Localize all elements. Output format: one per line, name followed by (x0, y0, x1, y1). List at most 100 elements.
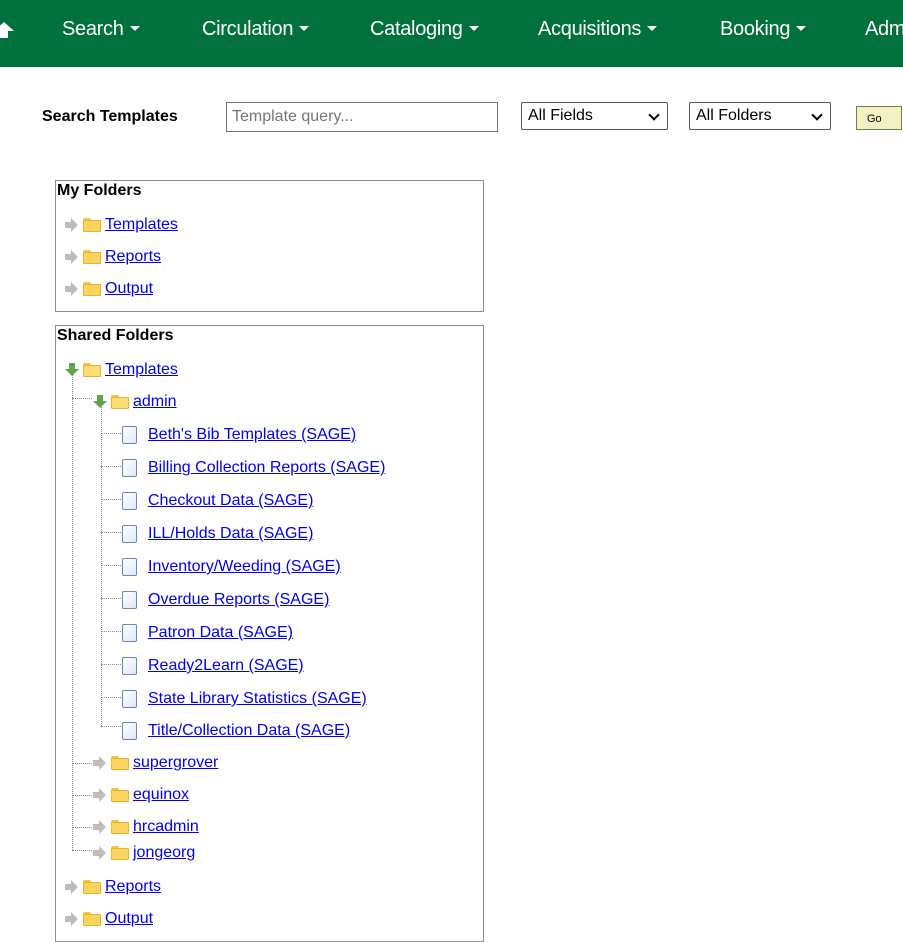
my-folder-templates[interactable]: Templates (65, 212, 178, 238)
expand-arrow-icon[interactable] (65, 282, 79, 296)
folder-select[interactable]: All Folders (689, 102, 831, 130)
template-folder-link[interactable]: Inventory/Weeding (SAGE) (148, 558, 341, 576)
open-folder-icon (83, 363, 101, 377)
expand-arrow-icon[interactable] (65, 250, 79, 264)
expand-arrow-icon[interactable] (93, 820, 107, 834)
expand-arrow-icon[interactable] (65, 880, 79, 894)
folder-link[interactable]: admin (133, 393, 177, 411)
nav-circulation-label: Circulation (202, 18, 294, 40)
folder-icon (83, 880, 101, 894)
template-folder-item[interactable]: Patron Data (SAGE) (122, 620, 293, 646)
go-button[interactable]: Go (856, 106, 902, 130)
template-folder-item[interactable]: State Library Statistics (SAGE) (122, 686, 367, 712)
document-icon (122, 558, 137, 576)
template-folder-link[interactable]: Ready2Learn (SAGE) (148, 657, 304, 675)
template-folder-link[interactable]: Title/Collection Data (SAGE) (148, 722, 350, 740)
template-folder-link[interactable]: Billing Collection Reports (SAGE) (148, 459, 385, 477)
caret-down-icon (796, 26, 807, 31)
home-icon[interactable] (0, 22, 14, 38)
template-folder-link[interactable]: Overdue Reports (SAGE) (148, 591, 329, 609)
my-folder-output[interactable]: Output (65, 276, 153, 302)
shared-folder-user[interactable]: hrcadmin (93, 814, 199, 840)
nav-search-label: Search (62, 18, 124, 40)
expand-arrow-icon[interactable] (93, 756, 107, 770)
tree-connector (101, 664, 121, 665)
chevron-down-icon (811, 109, 823, 121)
my-folders-panel: My Folders Templates Reports Output (55, 180, 484, 312)
folder-link[interactable]: Templates (105, 361, 178, 379)
template-folder-link[interactable]: Patron Data (SAGE) (148, 624, 293, 642)
nav-acquisitions-label: Acquisitions (538, 18, 642, 40)
top-navigation-bar: Search Circulation Cataloging Acquisitio… (0, 0, 903, 67)
folder-link[interactable]: Templates (105, 216, 178, 234)
my-folders-title: My Folders (57, 182, 142, 199)
document-icon (122, 459, 137, 477)
folder-icon (111, 788, 129, 802)
template-folder-item[interactable]: Beth's Bib Templates (SAGE) (122, 422, 356, 448)
folder-select-value: All Folders (696, 107, 772, 124)
nav-admin-label: Adm (865, 18, 903, 40)
folder-link[interactable]: equinox (133, 786, 189, 804)
nav-acquisitions-menu[interactable]: Acquisitions (538, 17, 658, 41)
nav-booking-menu[interactable]: Booking (720, 17, 807, 41)
caret-down-icon (129, 26, 140, 31)
expand-arrow-icon[interactable] (65, 912, 79, 926)
folder-icon (83, 912, 101, 926)
nav-circulation-menu[interactable]: Circulation (202, 17, 310, 41)
expand-arrow-icon[interactable] (93, 846, 107, 860)
template-folder-link[interactable]: Checkout Data (SAGE) (148, 492, 313, 510)
template-folder-item[interactable]: Title/Collection Data (SAGE) (122, 718, 350, 744)
folder-icon (83, 218, 101, 232)
caret-down-icon (299, 26, 310, 31)
tree-connector (72, 795, 92, 796)
document-icon (122, 525, 137, 543)
folder-link[interactable]: Output (105, 280, 153, 298)
template-query-input[interactable] (226, 102, 498, 132)
tree-connector (72, 371, 73, 850)
folder-icon (111, 846, 129, 860)
shared-folder-templates[interactable]: Templates (65, 357, 178, 383)
shared-folder-output[interactable]: Output (65, 906, 153, 932)
nav-admin-menu[interactable]: Adm (865, 17, 903, 41)
document-icon (122, 624, 137, 642)
template-folder-item[interactable]: ILL/Holds Data (SAGE) (122, 521, 313, 547)
folder-link[interactable]: Reports (105, 878, 161, 896)
template-folder-link[interactable]: Beth's Bib Templates (SAGE) (148, 426, 356, 444)
folder-icon (83, 282, 101, 296)
nav-search-menu[interactable]: Search (62, 17, 140, 41)
field-select[interactable]: All Fields (521, 102, 668, 130)
nav-cataloging-menu[interactable]: Cataloging (370, 17, 479, 41)
shared-folder-admin[interactable]: admin (93, 389, 177, 415)
template-folder-link[interactable]: State Library Statistics (SAGE) (148, 690, 367, 708)
folder-link[interactable]: jongeorg (133, 844, 195, 862)
folder-icon (111, 820, 129, 834)
open-folder-icon (111, 395, 129, 409)
template-folder-item[interactable]: Overdue Reports (SAGE) (122, 587, 329, 613)
folder-link[interactable]: Output (105, 910, 153, 928)
tree-connector (101, 532, 121, 533)
shared-folder-user[interactable]: supergrover (93, 750, 218, 776)
tree-connector (101, 697, 121, 698)
document-icon (122, 657, 137, 675)
shared-folder-user[interactable]: jongeorg (93, 840, 195, 866)
expand-arrow-icon[interactable] (93, 788, 107, 802)
collapse-arrow-icon[interactable] (65, 363, 79, 377)
template-folder-item[interactable]: Inventory/Weeding (SAGE) (122, 554, 341, 580)
folder-link[interactable]: Reports (105, 248, 161, 266)
template-folder-link[interactable]: ILL/Holds Data (SAGE) (148, 525, 313, 543)
folder-link[interactable]: supergrover (133, 754, 218, 772)
template-folder-item[interactable]: Checkout Data (SAGE) (122, 488, 313, 514)
document-icon (122, 722, 137, 740)
nav-cataloging-label: Cataloging (370, 18, 463, 40)
shared-folder-user[interactable]: equinox (93, 782, 189, 808)
tree-connector (101, 466, 121, 467)
collapse-arrow-icon[interactable] (93, 395, 107, 409)
expand-arrow-icon[interactable] (65, 218, 79, 232)
shared-folder-reports[interactable]: Reports (65, 874, 161, 900)
folder-icon (83, 250, 101, 264)
folder-link[interactable]: hrcadmin (133, 818, 199, 836)
template-folder-item[interactable]: Billing Collection Reports (SAGE) (122, 455, 385, 481)
search-templates-label: Search Templates (42, 108, 178, 125)
template-folder-item[interactable]: Ready2Learn (SAGE) (122, 653, 304, 679)
my-folder-reports[interactable]: Reports (65, 244, 161, 270)
